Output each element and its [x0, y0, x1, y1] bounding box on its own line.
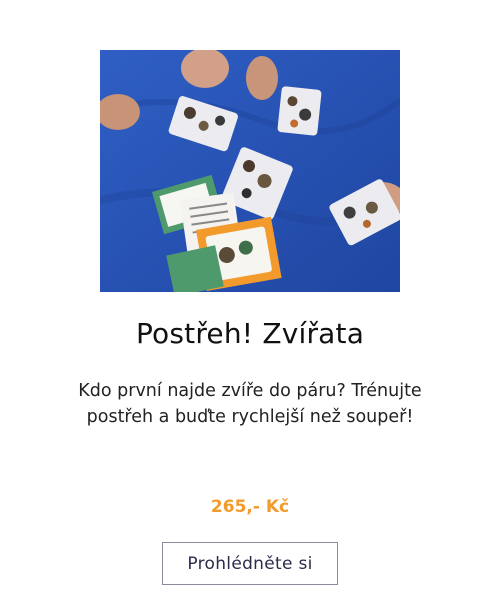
product-card: Postřeh! Zvířata Kdo první najde zvíře d…: [0, 0, 500, 610]
product-title[interactable]: Postřeh! Zvířata: [0, 316, 500, 352]
product-image[interactable]: [100, 50, 400, 292]
view-product-button[interactable]: Prohlédněte si: [162, 542, 338, 585]
product-description: Kdo první najde zvíře do páru? Trénujte …: [78, 381, 422, 427]
product-price: 265,- Kč: [210, 497, 290, 517]
